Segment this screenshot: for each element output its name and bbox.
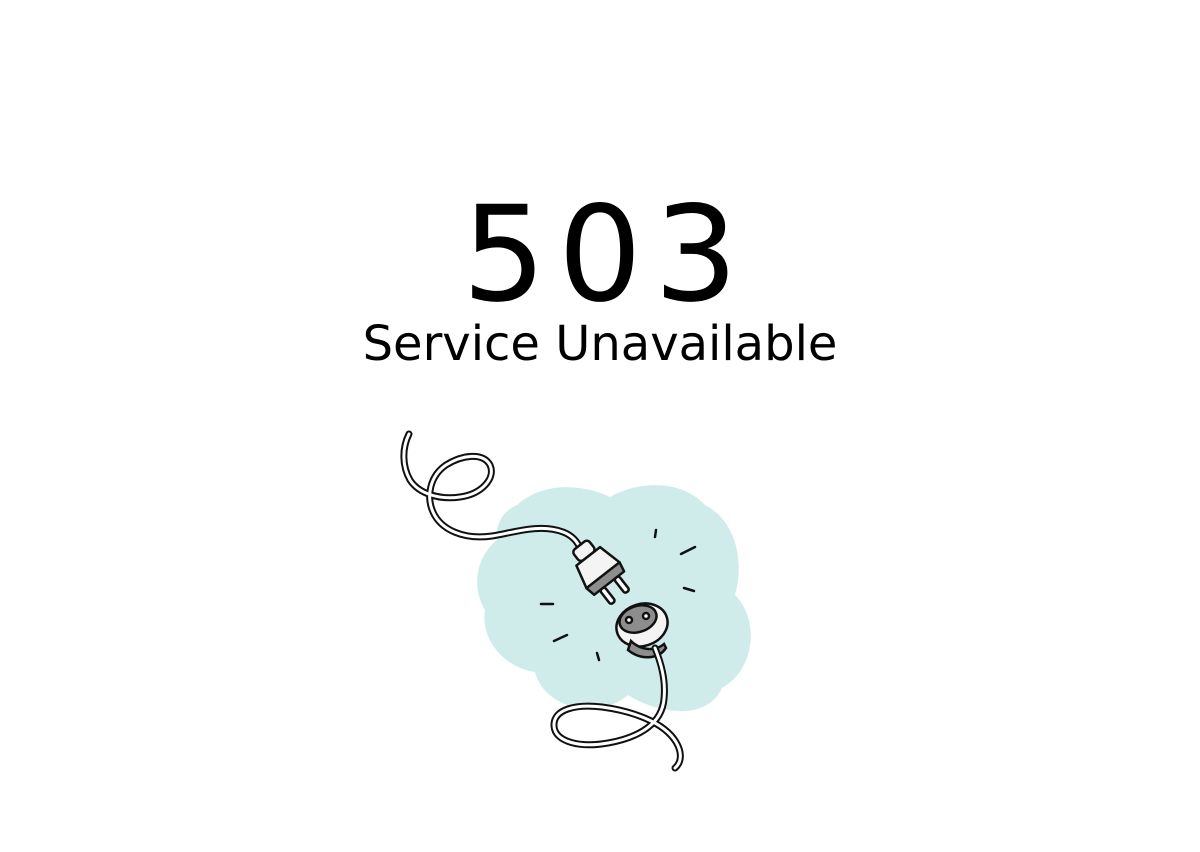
unplugged-cable-icon <box>400 430 751 772</box>
error-message: Service Unavailable <box>362 315 838 372</box>
error-code: 503 <box>462 178 750 333</box>
